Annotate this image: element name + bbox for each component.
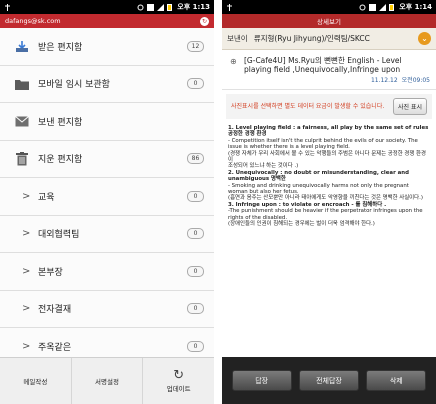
message-date: 11.12.12 오전09:05 (244, 76, 430, 85)
folder-label: 대외협력팀 (38, 230, 80, 241)
folder-count-badge: 0 (187, 303, 204, 315)
folder-count-badge: 0 (187, 340, 204, 352)
chevron-right-icon: > (22, 265, 31, 277)
message-subject: ⊕ [G-Cafe4U] Ms.Ryu의 뻔뻔한 English - Level… (222, 50, 436, 90)
body-line: - Smoking and drinking unequivocally har… (228, 182, 409, 196)
gps-icon (359, 4, 366, 11)
folder-count-badge: 86 (187, 153, 204, 165)
account-email: dafangs@sk.com (5, 17, 61, 25)
chevron-right-icon: > (22, 303, 31, 315)
chevron-right-icon: > (22, 340, 31, 352)
wifi-icon (369, 3, 377, 11)
date-text: 11.12.12 (370, 77, 398, 84)
battery-icon (167, 3, 174, 11)
folder-inbox[interactable]: 받은 편지함 12 (0, 28, 214, 66)
folder-trash[interactable]: 지운 편지함 86 (0, 141, 214, 178)
body-line: 1. Level playing field : a fairness, all… (228, 125, 429, 138)
body-line: (흡연과 음주는 산모뿐만 아니라 태아에게도 악영향을 끼친다는 것은 명백한… (228, 195, 423, 202)
folder-label: 보낸 편지함 (38, 117, 83, 128)
chevron-right-icon: > (22, 228, 31, 240)
folder-e-approval[interactable]: > 전자결재 0 (0, 291, 214, 328)
time-text: 오전09:05 (401, 77, 430, 84)
clock: 오후 1:13 (177, 3, 210, 11)
refresh-icon: ↻ (173, 368, 185, 383)
folder-label: 전자결재 (38, 305, 72, 316)
body-line: (장애인들의 인권이 침해되는 경우에는 벌이 더욱 엄격해야 한다.) (228, 221, 375, 228)
page-title: 상세보기 (222, 14, 436, 28)
folder-list: 받은 편지함 12 모바일 임시 보관함 0 보낸 편지함 지운 편지함 86 … (0, 28, 214, 366)
folder-count-badge: 0 (187, 78, 204, 90)
sender-label: 보낸이 (227, 34, 248, 43)
signal-icon (379, 3, 387, 11)
folder-label: 교육 (38, 192, 55, 203)
compose-label: 메일작성 (23, 378, 48, 386)
action-toolbar: 답장 전체답장 삭제 (222, 357, 436, 404)
clock: 오후 1:14 (399, 3, 432, 11)
body-line: - Competition itself isn't the culprit b… (228, 137, 418, 151)
folder-director[interactable]: > 본부장 0 (0, 253, 214, 291)
body-line: (경쟁 자체가 우리 사회에서 볼 수 있는 악행들의 주범은 아니다 문제는 … (228, 150, 426, 164)
envelope-icon (14, 114, 30, 128)
folder-mobile-drafts[interactable]: 모바일 임시 보관함 0 (0, 66, 214, 103)
sync-icon[interactable]: ↻ (200, 16, 209, 26)
folder-external-relations[interactable]: > 대외협력팀 0 (0, 216, 214, 253)
update-button[interactable]: ↻ 업데이트 (142, 358, 214, 404)
update-label: 업데이트 (166, 385, 191, 393)
signature-settings-button[interactable]: 서명설정 (70, 358, 143, 404)
folder-count-badge: 0 (187, 265, 204, 277)
folder-icon (14, 77, 30, 91)
bullet-icon: ⊕ (230, 57, 237, 66)
folder-label: 주옥같은 (38, 342, 72, 353)
mail-folder-screen: 오후 1:13 dafangs@sk.com ↻ 받은 편지함 12 모바일 임… (0, 0, 214, 404)
sender-name: 류지형(Ryu Jihyung)/인력팀/SKCC (253, 34, 370, 43)
usb-icon (226, 3, 233, 11)
battery-icon (389, 3, 396, 11)
gps-icon (137, 4, 144, 11)
inbox-icon (14, 39, 30, 53)
delete-button[interactable]: 삭제 (366, 370, 427, 391)
trash-icon (14, 151, 30, 166)
folder-label: 지운 편지함 (38, 155, 83, 166)
image-notice-text: 사진표시를 선택하면 별도 데이터 요금이 발생할 수 있습니다. (231, 102, 385, 110)
folder-label: 모바일 임시 보관함 (38, 80, 110, 91)
folder-count-badge: 12 (187, 40, 204, 52)
folder-label: 받은 편지함 (38, 42, 83, 53)
reply-all-button[interactable]: 전체답장 (298, 370, 359, 391)
folder-count-badge: 0 (187, 190, 204, 202)
folder-education[interactable]: > 교육 0 (0, 178, 214, 216)
compose-button[interactable]: 메일작성 (0, 358, 71, 404)
status-bar: 오후 1:14 (222, 0, 436, 14)
subject-text: [G-Cafe4U] Ms.Ryu의 뻔뻔한 English - Level p… (244, 56, 402, 74)
sender-row[interactable]: 보낸이 류지형(Ryu Jihyung)/인력팀/SKCC ⌄ (222, 28, 436, 50)
signature-label: 서명설정 (95, 378, 119, 386)
folder-count-badge: 0 (187, 228, 204, 240)
usb-icon (4, 3, 11, 11)
wifi-icon (147, 3, 155, 11)
folder-label: 본부장 (38, 267, 63, 278)
body-line: 2. Unequivocally : no doubt or misunders… (228, 169, 409, 183)
folder-sent[interactable]: 보낸 편지함 (0, 103, 214, 141)
mail-detail-screen: 오후 1:14 상세보기 보낸이 류지형(Ryu Jihyung)/인력팀/SK… (222, 0, 436, 404)
reply-button[interactable]: 답장 (231, 370, 292, 391)
status-bar: 오후 1:13 (0, 0, 214, 14)
signal-icon (157, 3, 165, 11)
message-body: 1. Level playing field : a fairness, all… (222, 123, 436, 230)
bottom-toolbar: 메일작성 서명설정 ↻ 업데이트 (0, 357, 214, 404)
chevron-down-icon[interactable]: ⌄ (418, 32, 431, 45)
account-bar[interactable]: dafangs@sk.com ↻ (0, 14, 214, 28)
image-notice: 사진표시를 선택하면 별도 데이터 요금이 발생할 수 있습니다. 사진 표시 (226, 94, 432, 119)
body-line: -The punishment should be heavier if the… (228, 208, 423, 221)
chevron-right-icon: > (22, 190, 31, 202)
show-images-button[interactable]: 사진 표시 (393, 98, 427, 115)
